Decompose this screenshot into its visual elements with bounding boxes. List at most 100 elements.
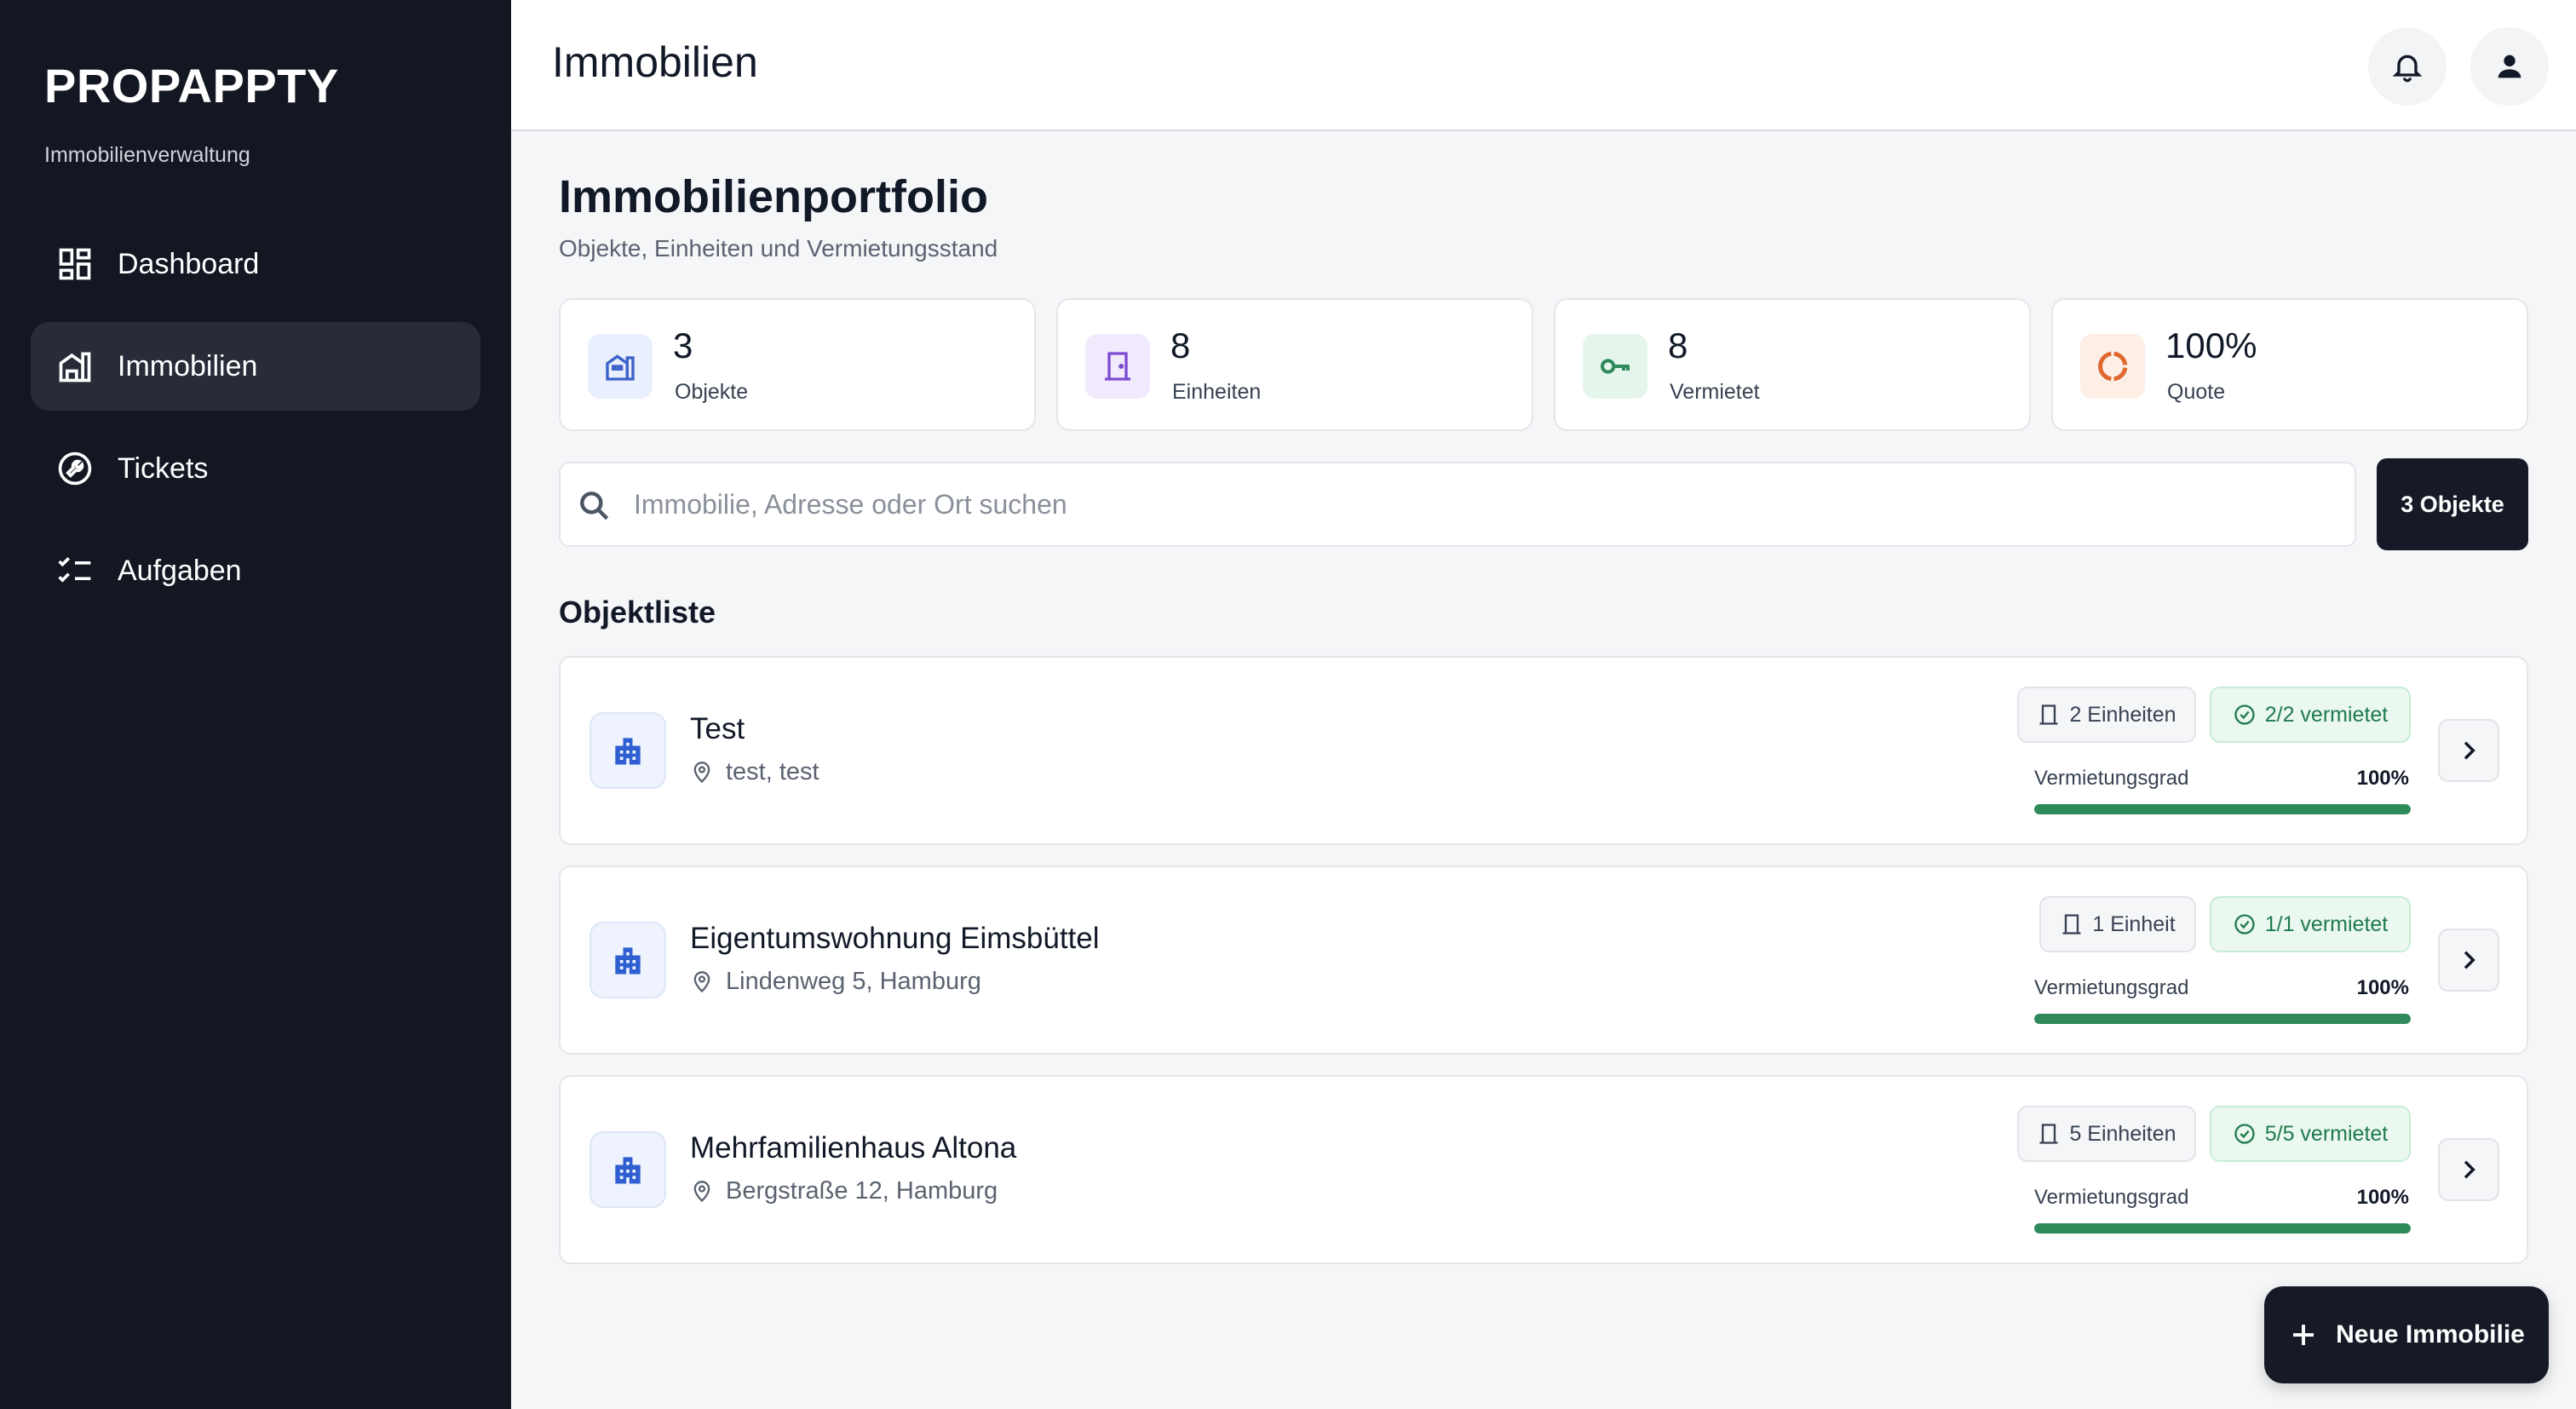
door-icon <box>2039 1124 2058 1144</box>
list-title: Objektliste <box>559 595 716 630</box>
verified-check-icon <box>2234 704 2255 725</box>
bell-icon <box>2392 55 2423 83</box>
occupancy-value: 100% <box>2356 767 2409 790</box>
sidebar: PROPAPPTY Immobilienverwaltung Dashboard… <box>0 0 511 1409</box>
chevron-right-icon <box>2464 951 2475 969</box>
property-address: Lindenweg 5, Hamburg <box>690 968 981 996</box>
user-icon <box>2498 55 2521 78</box>
page-title: Immobilienportfolio <box>559 171 988 222</box>
apartment-building-icon <box>589 1131 666 1208</box>
property-name: Eigentumswohnung Eimsbüttel <box>690 922 1100 955</box>
object-count-button[interactable]: 3 Objekte <box>2377 458 2528 550</box>
apartment-building-icon <box>589 712 666 789</box>
location-pin-icon <box>693 1180 710 1202</box>
door-icon <box>2039 704 2058 725</box>
property-address-text: Lindenweg 5, Hamburg <box>726 968 981 995</box>
donut-icon <box>2080 334 2145 399</box>
sidebar-item-aufgaben[interactable]: Aufgaben <box>31 526 480 615</box>
door-icon <box>2062 914 2081 935</box>
occupancy-label: Vermietungsgrad <box>2034 767 2189 790</box>
sidebar-item-label: Immobilien <box>118 349 258 382</box>
stat-value: 3 <box>673 325 693 365</box>
units-badge: 5 Einheiten <box>2017 1106 2196 1162</box>
rented-badge-label: 2/2 vermietet <box>2264 702 2389 727</box>
stat-label: Einheiten <box>1172 380 1262 404</box>
occupancy-progress-bar <box>2034 1014 2411 1024</box>
occupancy-value: 100% <box>2356 976 2409 999</box>
sidebar-item-immobilien[interactable]: Immobilien <box>31 322 480 411</box>
rented-badge-label: 1/1 vermietet <box>2264 912 2389 936</box>
header-title: Immobilien <box>552 38 758 86</box>
property-address-text: test, test <box>726 758 819 785</box>
property-address: Bergstraße 12, Hamburg <box>690 1177 998 1205</box>
sidebar-item-tickets[interactable]: Tickets <box>31 424 480 513</box>
property-card[interactable]: Test test, test 2 Einheiten 2/2 vermiete… <box>559 656 2528 845</box>
occupancy-progress-fill <box>2034 1223 2411 1234</box>
occupancy-progress-bar <box>2034 1223 2411 1234</box>
rented-badge-label: 5/5 vermietet <box>2264 1121 2389 1146</box>
notifications-button[interactable] <box>2368 27 2447 106</box>
page-subtitle: Objekte, Einheiten und Vermietungsstand <box>559 235 998 262</box>
open-property-button[interactable] <box>2438 719 2499 782</box>
occupancy-progress-bar <box>2034 804 2411 814</box>
dashboard-icon <box>56 245 94 283</box>
open-property-button[interactable] <box>2438 929 2499 992</box>
apartment-building-icon <box>589 922 666 998</box>
occupancy-progress-fill <box>2034 804 2411 814</box>
verified-check-icon <box>2234 1124 2255 1144</box>
stat-card-einheiten: 8 Einheiten <box>1056 298 1533 431</box>
rented-badge: 5/5 vermietet <box>2210 1106 2411 1162</box>
chevron-right-icon <box>2464 1160 2475 1179</box>
stats-row: 3 Objekte 8 Einheiten 8 Vermietet 100% Q… <box>559 298 2528 431</box>
location-pin-icon <box>693 970 710 992</box>
property-name: Mehrfamilienhaus Altona <box>690 1131 1017 1165</box>
search-input[interactable] <box>634 463 2329 545</box>
units-badge-label: 5 Einheiten <box>2069 1121 2176 1146</box>
location-pin-icon <box>693 761 710 783</box>
sidebar-item-dashboard[interactable]: Dashboard <box>31 220 480 308</box>
units-badge-label: 2 Einheiten <box>2069 702 2176 727</box>
rented-badge: 2/2 vermietet <box>2210 687 2411 743</box>
top-header: Immobilien <box>511 0 2576 131</box>
building-icon <box>588 334 653 399</box>
stat-value: 100% <box>2165 325 2257 365</box>
stat-card-objekte: 3 Objekte <box>559 298 1036 431</box>
property-name: Test <box>690 712 745 745</box>
occupancy-value: 100% <box>2356 1186 2409 1209</box>
building-icon <box>56 348 94 385</box>
new-property-button[interactable]: Neue Immobilie <box>2264 1286 2549 1383</box>
sidebar-item-label: Tickets <box>118 451 209 485</box>
chevron-right-icon <box>2464 741 2475 760</box>
new-property-label: Neue Immobilie <box>2336 1320 2525 1349</box>
stat-value: 8 <box>1668 325 1688 365</box>
stat-label: Quote <box>2167 380 2226 404</box>
occupancy-label: Vermietungsgrad <box>2034 1186 2189 1209</box>
search-icon <box>580 492 609 520</box>
wrench-icon <box>56 450 94 487</box>
units-badge-label: 1 Einheit <box>2092 912 2176 936</box>
stat-card-quote: 100% Quote <box>2051 298 2528 431</box>
open-property-button[interactable] <box>2438 1138 2499 1201</box>
brand-subtitle: Immobilienverwaltung <box>44 143 250 167</box>
stat-label: Objekte <box>675 380 749 404</box>
sidebar-item-label: Dashboard <box>118 247 260 280</box>
search-bar <box>559 462 2356 547</box>
brand-logo[interactable]: PROPAPPTY <box>44 58 339 113</box>
account-button[interactable] <box>2470 27 2549 106</box>
sidebar-nav: Dashboard Immobilien Tickets Aufgaben <box>31 220 480 629</box>
key-icon <box>1583 334 1647 399</box>
sidebar-item-label: Aufgaben <box>118 554 242 587</box>
property-card[interactable]: Mehrfamilienhaus Altona Bergstraße 12, H… <box>559 1075 2528 1264</box>
stat-label: Vermietet <box>1670 380 1760 404</box>
verified-check-icon <box>2234 914 2255 935</box>
stat-card-vermietet: 8 Vermietet <box>1554 298 2031 431</box>
property-address: test, test <box>690 758 819 786</box>
rented-badge: 1/1 vermietet <box>2210 896 2411 952</box>
checklist-icon <box>56 552 94 589</box>
property-card[interactable]: Eigentumswohnung Eimsbüttel Lindenweg 5,… <box>559 866 2528 1055</box>
units-badge: 1 Einheit <box>2039 896 2196 952</box>
units-badge: 2 Einheiten <box>2017 687 2196 743</box>
property-address-text: Bergstraße 12, Hamburg <box>726 1177 998 1205</box>
occupancy-progress-fill <box>2034 1014 2411 1024</box>
door-icon <box>1085 334 1150 399</box>
